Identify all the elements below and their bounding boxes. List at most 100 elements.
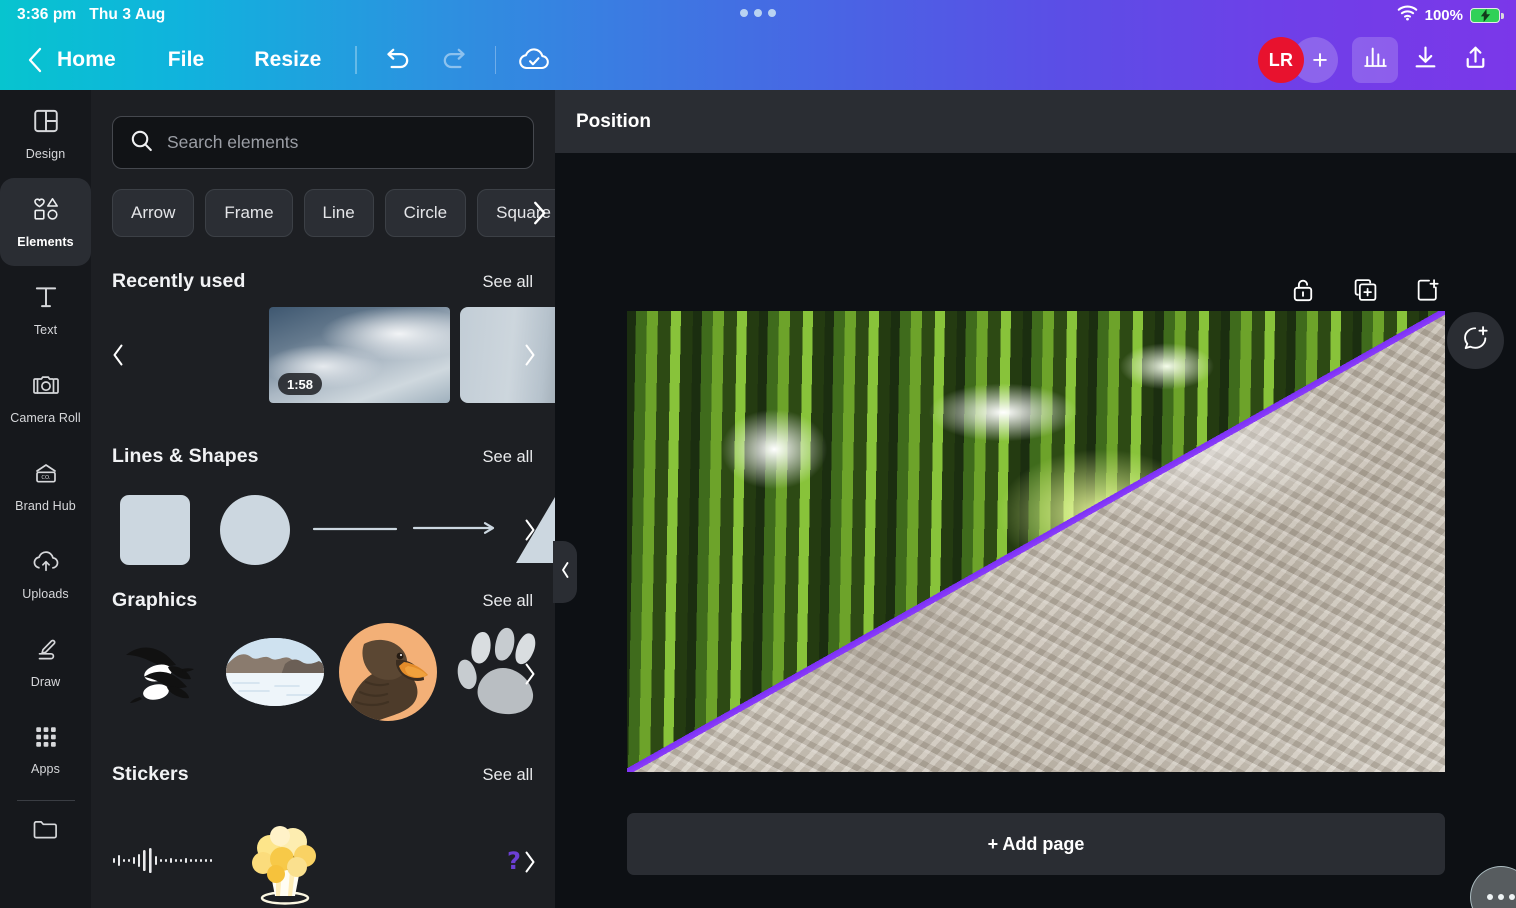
section-title: Graphics: [112, 589, 197, 612]
sidebar-item-folder[interactable]: [0, 801, 91, 861]
toolbar-right-cluster: LR +: [1258, 30, 1498, 90]
list-item[interactable]: [205, 482, 305, 578]
brand-hub-icon: CO.: [31, 460, 61, 492]
filter-chips: Arrow Frame Line Circle Square: [112, 187, 555, 239]
list-item[interactable]: ?: [345, 814, 535, 908]
section-row: ?: [91, 800, 555, 908]
section-row: [91, 482, 555, 578]
list-item[interactable]: [331, 626, 444, 722]
chip-circle[interactable]: Circle: [385, 189, 466, 237]
sidebar-item-label: Camera Roll: [10, 411, 81, 425]
sidebar-item-design[interactable]: Design: [0, 90, 91, 178]
section-lines-shapes: Lines & Shapes See all: [91, 445, 555, 578]
sidebar-item-label: Elements: [17, 235, 73, 249]
panel-collapse-handle[interactable]: [553, 541, 577, 603]
duplicate-page-icon[interactable]: [1350, 275, 1380, 305]
cloud-saved-icon[interactable]: [512, 38, 556, 82]
chip-line[interactable]: Line: [304, 189, 374, 237]
purple-diagonal-divider: [627, 311, 1445, 772]
section-title: Recently used: [112, 270, 246, 293]
search-placeholder: Search elements: [167, 132, 298, 153]
pen-icon: [31, 636, 61, 668]
section-header: Graphics See all: [91, 589, 555, 612]
sidebar-item-label: Design: [26, 147, 66, 161]
design-page-1[interactable]: [627, 311, 1445, 772]
lock-icon[interactable]: [1288, 275, 1318, 305]
list-item[interactable]: [405, 482, 505, 578]
circle-shape: [220, 495, 290, 565]
canva-editor-screen: 3:36 pm Thu 3 Aug 100%: [0, 0, 1516, 908]
section-recently-used: Recently used See all 1:58: [91, 270, 555, 403]
text-icon: [33, 283, 59, 316]
page-toolbar: [1288, 275, 1442, 305]
insights-button[interactable]: [1352, 37, 1398, 83]
chevron-right-icon[interactable]: [513, 845, 547, 879]
list-item[interactable]: [225, 814, 345, 908]
resize-button[interactable]: Resize: [254, 48, 321, 72]
file-menu-button[interactable]: File: [168, 48, 205, 72]
dot: [1509, 894, 1515, 900]
more-options-button[interactable]: [1470, 866, 1516, 908]
sidebar-item-text[interactable]: Text: [0, 266, 91, 354]
chip-frame[interactable]: Frame: [205, 189, 292, 237]
search-icon: [130, 129, 153, 157]
undo-icon[interactable]: [375, 38, 419, 82]
redo-icon[interactable]: [433, 38, 477, 82]
add-comment-button[interactable]: [1447, 312, 1504, 369]
list-item[interactable]: [105, 626, 218, 722]
grid-apps-icon: [33, 724, 59, 755]
layout-icon: [32, 107, 60, 140]
dot: [740, 9, 748, 17]
wifi-icon: [1397, 5, 1418, 25]
see-all-link[interactable]: See all: [483, 448, 533, 467]
popcorn-burst-sticker: [240, 814, 330, 908]
avatar[interactable]: LR: [1258, 37, 1304, 83]
dot: [754, 9, 762, 17]
section-row: [91, 626, 555, 722]
sidebar-item-elements[interactable]: Elements: [0, 178, 91, 266]
list-item[interactable]: [105, 814, 225, 908]
section-row: 1:58: [91, 307, 555, 403]
chevron-right-icon[interactable]: [513, 657, 547, 691]
download-button[interactable]: [1402, 37, 1448, 83]
multitasking-handle[interactable]: [740, 9, 776, 17]
stickers-strip: ?: [105, 814, 535, 908]
upload-cloud-icon: [31, 548, 61, 580]
collaborators: LR +: [1258, 37, 1338, 83]
chevron-right-icon[interactable]: [513, 338, 547, 372]
video-duration-badge: 1:58: [278, 373, 322, 395]
chevron-right-icon[interactable]: [513, 513, 547, 547]
chevron-left-icon[interactable]: [101, 338, 135, 372]
svg-text:CO.: CO.: [41, 475, 50, 481]
chevron-right-icon[interactable]: [530, 198, 549, 233]
add-page-icon[interactable]: [1412, 275, 1442, 305]
list-item[interactable]: 1:58: [269, 307, 450, 403]
list-item[interactable]: [218, 626, 331, 722]
sidebar-item-camera-roll[interactable]: Camera Roll: [0, 354, 91, 442]
sidebar-item-apps[interactable]: Apps: [0, 706, 91, 794]
see-all-link[interactable]: See all: [483, 592, 533, 611]
battery-charging-icon: [1470, 8, 1500, 23]
page-title: Position: [576, 111, 651, 133]
sidebar-item-uploads[interactable]: Uploads: [0, 530, 91, 618]
sidebar-item-label: Uploads: [22, 587, 69, 601]
canvas-stage: Position: [555, 90, 1516, 908]
chip-arrow[interactable]: Arrow: [112, 189, 194, 237]
toolbar-divider: [355, 46, 356, 74]
audio-waveform-sticker: [111, 845, 219, 880]
see-all-link[interactable]: See all: [483, 766, 533, 785]
search-input[interactable]: Search elements: [112, 116, 534, 169]
sidebar-item-draw[interactable]: Draw: [0, 618, 91, 706]
sidebar-item-brand-hub[interactable]: CO. Brand Hub: [0, 442, 91, 530]
share-button[interactable]: [1452, 37, 1498, 83]
list-item[interactable]: [105, 482, 205, 578]
sidebar-item-label: Draw: [31, 675, 61, 689]
list-item[interactable]: [305, 482, 405, 578]
add-page-button[interactable]: + Add page: [627, 813, 1445, 875]
home-button[interactable]: Home: [57, 48, 116, 72]
back-button[interactable]: [26, 46, 43, 74]
flying-geese-graphic: [114, 629, 210, 720]
toolbar-divider: [495, 46, 496, 74]
see-all-link[interactable]: See all: [483, 273, 533, 292]
section-header: Lines & Shapes See all: [91, 445, 555, 468]
